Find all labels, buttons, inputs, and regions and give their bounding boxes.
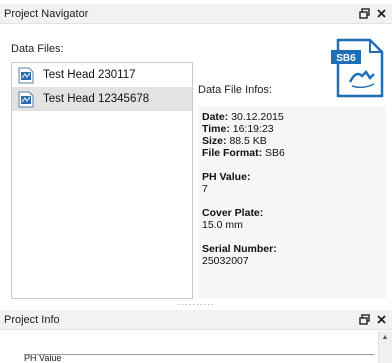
data-file-icon <box>18 91 34 107</box>
pane-splitter[interactable]: ·········· <box>0 300 392 310</box>
info-time-row: Time: 16:19:23 <box>202 123 386 135</box>
data-files-list[interactable]: Test Head 230117 Test Head 12345678 <box>11 62 193 299</box>
info-date-label: Date: <box>202 111 229 123</box>
sb6-badge-text: SB6 <box>336 53 356 64</box>
data-files-label: Data Files: <box>11 43 64 55</box>
close-icon[interactable] <box>375 7 388 20</box>
splitter-grip: ·········· <box>177 300 215 309</box>
file-item-label: Test Head 230117 <box>43 69 136 81</box>
info-cover-plate-value: 15.0 mm <box>202 219 243 231</box>
float-icon[interactable] <box>358 313 371 326</box>
file-item-label: Test Head 12345678 <box>43 93 150 105</box>
info-ph-value: 7 <box>202 183 208 195</box>
info-time-value: 16:19:23 <box>232 123 274 135</box>
sb6-file-type-icon: SB6 <box>331 38 384 98</box>
info-date-value: 30.12.2015 <box>231 111 284 123</box>
info-size-row: Size: 88.5 KB <box>202 135 386 147</box>
info-serial-number-value: 25032007 <box>202 255 249 267</box>
info-cover-plate-label: Cover Plate: <box>202 207 264 219</box>
info-time-label: Time: <box>202 123 230 135</box>
close-icon[interactable] <box>375 313 388 326</box>
float-icon[interactable] <box>358 7 371 20</box>
data-file-info-panel: Date: 30.12.2015 Time: 16:19:23 Size: 88… <box>198 106 386 299</box>
info-size-value: 88.5 KB <box>229 135 267 147</box>
project-navigator-header: Project Navigator <box>0 4 392 24</box>
project-info-title: Project Info <box>4 313 60 326</box>
info-format-value: SB6 <box>265 147 285 159</box>
info-date-row: Date: 30.12.2015 <box>202 111 386 123</box>
data-file-icon <box>18 67 34 83</box>
project-info-header: Project Info <box>0 310 392 330</box>
file-item-test-head-230117[interactable]: Test Head 230117 <box>12 63 192 87</box>
info-size-label: Size: <box>202 135 227 147</box>
project-navigator-title: Project Navigator <box>4 7 89 20</box>
info-serial-number-label: Serial Number: <box>202 243 277 255</box>
info-ph-label: PH Value: <box>202 171 251 183</box>
project-info-divider <box>24 354 374 355</box>
data-file-infos-label: Data File Infos: <box>198 84 272 96</box>
scroll-up-arrow-icon[interactable]: ▲ <box>380 333 390 341</box>
info-format-label: File Format: <box>202 147 263 159</box>
file-item-test-head-12345678[interactable]: Test Head 12345678 <box>12 87 192 111</box>
info-format-row: File Format: SB6 <box>202 147 386 159</box>
project-info-content: PH Value <box>0 331 392 363</box>
